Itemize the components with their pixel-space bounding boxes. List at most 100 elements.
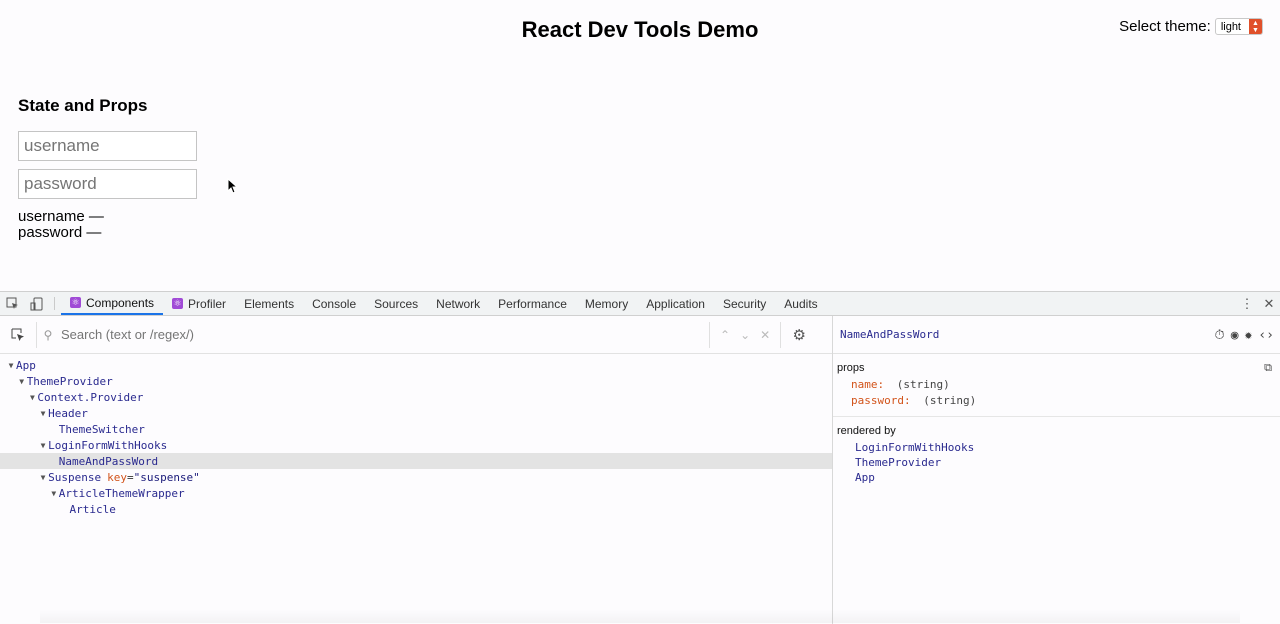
component-search-bar: ⚲ ⌃ ⌄ ✕ ⚙ — [0, 316, 832, 354]
expand-triangle-icon[interactable]: ▼ — [38, 473, 48, 482]
tab-audits[interactable]: Audits — [775, 292, 826, 315]
tab-label: Profiler — [188, 296, 227, 311]
search-icon: ⚲ — [43, 327, 53, 342]
stopwatch-icon[interactable]: ⏱ — [1215, 328, 1225, 343]
prop-row[interactable]: name: (string) — [837, 378, 1280, 394]
props-section: props ⧉ name: (string) password: (string… — [833, 354, 1280, 417]
bug-icon[interactable]: ✹ — [1245, 328, 1253, 343]
react-icon: ⚛ — [70, 297, 81, 308]
tree-row-equals: = — [126, 470, 134, 484]
props-title: props — [837, 362, 865, 374]
theme-selector: Select theme: light ▲ ▼ — [1119, 18, 1263, 35]
inspector-actions: ⏱ ◉ ✹ ‹› — [1215, 316, 1274, 354]
tree-row[interactable]: ▼ Suspense key = "suspense" — [0, 469, 832, 485]
tree-row-label: ThemeProvider — [26, 374, 113, 388]
password-readout: password — — [18, 224, 102, 241]
rendered-by-item[interactable]: ThemeProvider — [837, 456, 1280, 471]
tree-row[interactable]: ▼ App — [0, 357, 832, 373]
rendered-by-item[interactable]: LoginFormWithHooks — [837, 441, 1280, 456]
prop-row[interactable]: password: (string) — [837, 394, 1280, 410]
tree-row[interactable]: ▼ LoginFormWithHooks — [0, 437, 832, 453]
theme-select-value: light — [1220, 20, 1241, 33]
tab-elements[interactable]: Elements — [235, 292, 303, 315]
search-input[interactable] — [59, 322, 709, 347]
select-arrows-icon: ▲ ▼ — [1249, 19, 1262, 34]
tree-row-label: Suspense — [48, 470, 102, 484]
more-options-icon[interactable]: ⋮ — [1236, 296, 1258, 312]
expand-triangle-icon[interactable]: ▼ — [27, 393, 37, 402]
tab-security[interactable]: Security — [714, 292, 775, 315]
username-input[interactable] — [18, 131, 197, 161]
password-input[interactable] — [18, 169, 197, 199]
component-tree-pane: ⚲ ⌃ ⌄ ✕ ⚙ ▼App▼ThemeProvider▼Context.Pro… — [0, 316, 833, 624]
theme-select[interactable]: light ▲ ▼ — [1214, 18, 1263, 35]
inspect-element-icon[interactable] — [0, 292, 24, 315]
username-readout: username — — [18, 208, 104, 225]
devtools-tabbar: ⚛ Components ⚛ Profiler Elements Console… — [0, 292, 1280, 316]
theme-label: Select theme: — [1119, 18, 1211, 35]
tab-application[interactable]: Application — [637, 292, 714, 315]
tree-row[interactable]: ▼ Context.Provider — [0, 389, 832, 405]
expand-triangle-icon[interactable]: ▼ — [6, 361, 16, 370]
tab-memory[interactable]: Memory — [576, 292, 637, 315]
tab-sources[interactable]: Sources — [365, 292, 427, 315]
prop-name: name: — [851, 378, 885, 391]
devtools-window-controls: ⋮ ✕ — [1227, 292, 1280, 316]
clear-search-icon[interactable]: ✕ — [760, 328, 770, 342]
expand-triangle-icon[interactable]: ▼ — [49, 489, 59, 498]
tree-row-label: NameAndPassWord — [58, 454, 159, 468]
rendered-by-item[interactable]: App — [837, 471, 1280, 486]
tree-row-label: Article — [69, 502, 116, 516]
tab-performance[interactable]: Performance — [489, 292, 576, 315]
expand-triangle-icon[interactable]: ▼ — [38, 441, 48, 450]
tree-row[interactable]: ▼Article — [0, 501, 832, 517]
toolbar-divider — [54, 297, 55, 310]
inspector-pane: NameAndPassWord ⏱ ◉ ✹ ‹› props ⧉ name: (… — [833, 316, 1280, 624]
search-navigation: ⌃ ⌄ ✕ — [710, 328, 780, 342]
chevron-down-icon[interactable]: ⌄ — [740, 328, 750, 342]
rendered-by-section: rendered by LoginFormWithHooks ThemeProv… — [833, 417, 1280, 492]
close-icon[interactable]: ✕ — [1258, 296, 1280, 312]
tree-row-label: Context.Provider — [37, 390, 144, 404]
code-icon[interactable]: ‹› — [1258, 328, 1274, 343]
tree-row-label: ThemeSwitcher — [58, 422, 145, 436]
tree-row-label: LoginFormWithHooks — [48, 438, 168, 452]
chevron-up-icon[interactable]: ⌃ — [720, 328, 730, 342]
eye-icon[interactable]: ◉ — [1231, 328, 1239, 343]
components-panel: ⚲ ⌃ ⌄ ✕ ⚙ ▼App▼ThemeProvider▼Context.Pro… — [0, 316, 1280, 624]
component-tree: ▼ App ▼ ThemeProvider ▼ Context.Provider ▼ Head… — [0, 354, 832, 517]
app-title: React Dev Tools Demo — [521, 17, 759, 42]
rendered-by-title: rendered by — [837, 425, 896, 437]
tree-row[interactable]: ▼ Header — [0, 405, 832, 421]
tab-components[interactable]: ⚛ Components — [61, 292, 164, 315]
device-toolbar-icon[interactable] — [24, 292, 48, 315]
tab-console[interactable]: Console — [303, 292, 365, 315]
expand-triangle-icon[interactable]: ▼ — [17, 377, 27, 386]
expand-triangle-icon[interactable]: ▼ — [38, 409, 48, 418]
tree-row-label: Header — [48, 406, 88, 420]
tree-row[interactable]: ▼ ArticleThemeWrapper — [0, 485, 832, 501]
tree-row-label: ArticleThemeWrapper — [58, 486, 185, 500]
tree-row[interactable]: ▼NameAndPassWord — [0, 453, 832, 469]
tab-profiler[interactable]: ⚛ Profiler — [163, 292, 235, 315]
inspector-header: NameAndPassWord ⏱ ◉ ✹ ‹› — [833, 316, 1280, 354]
prop-name: password: — [851, 394, 911, 407]
tree-row-key: key — [107, 470, 127, 484]
mouse-cursor-icon — [227, 178, 238, 194]
tree-row-label: App — [16, 358, 36, 372]
tree-row[interactable]: ▼ ThemeProvider — [0, 373, 832, 389]
tab-label: Components — [86, 295, 155, 310]
app-page: React Dev Tools Demo Select theme: light… — [0, 0, 1280, 291]
copy-icon[interactable]: ⧉ — [1264, 362, 1272, 375]
tree-row[interactable]: ▼ThemeSwitcher — [0, 421, 832, 437]
react-icon: ⚛ — [172, 298, 184, 309]
prop-type: (string) — [923, 394, 977, 407]
devtools-panel: ⚛ Components ⚛ Profiler Elements Console… — [0, 291, 1280, 624]
tree-row-key-value: "suspense" — [133, 470, 200, 484]
gear-icon[interactable]: ⚙ — [781, 326, 817, 344]
selected-component-name: NameAndPassWord — [840, 328, 940, 341]
prop-type: (string) — [896, 378, 950, 391]
section-title: State and Props — [18, 96, 148, 115]
tab-network[interactable]: Network — [427, 292, 489, 315]
select-element-icon[interactable] — [0, 328, 36, 342]
